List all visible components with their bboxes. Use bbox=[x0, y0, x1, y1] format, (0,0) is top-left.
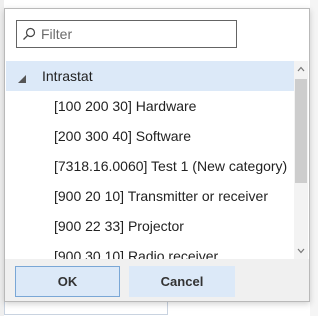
ok-button[interactable]: OK bbox=[15, 266, 120, 297]
expand-caret-icon[interactable] bbox=[18, 71, 27, 87]
tree-item-label: [100 200 30] Hardware bbox=[54, 98, 197, 114]
scroll-up-arrow-icon[interactable] bbox=[294, 61, 308, 77]
tree-item-label: [200 300 40] Software bbox=[54, 128, 191, 144]
tree-item-label: [900 22 33] Projector bbox=[54, 218, 184, 234]
tree-item[interactable]: [100 200 30] Hardware bbox=[6, 91, 294, 121]
tree-item[interactable]: [900 20 10] Transmitter or receiver bbox=[6, 181, 294, 211]
filter-input[interactable] bbox=[41, 22, 229, 46]
tree-node-root[interactable]: Intrastat bbox=[6, 61, 294, 91]
tree-node-label: Intrastat bbox=[42, 68, 93, 84]
background-page-strip bbox=[310, 0, 318, 316]
tree-item-label: [900 20 10] Transmitter or receiver bbox=[54, 188, 268, 204]
tree-item-label: [900 30 10] Radio receiver bbox=[54, 248, 219, 259]
scroll-down-arrow-icon[interactable] bbox=[294, 243, 308, 259]
search-icon bbox=[17, 21, 41, 47]
cancel-button[interactable]: Cancel bbox=[129, 266, 235, 297]
scroll-thumb[interactable] bbox=[295, 79, 307, 183]
tree-item[interactable]: [900 22 33] Projector bbox=[6, 211, 294, 241]
tree-item-label: [7318.16.0060] Test 1 (New category) bbox=[54, 158, 288, 174]
dialog-footer: OK Cancel bbox=[5, 259, 309, 301]
tree-item[interactable]: [900 30 10] Radio receiver bbox=[6, 241, 294, 259]
vertical-scrollbar[interactable] bbox=[294, 61, 308, 259]
category-picker-popup: Intrastat [100 200 30] Hardware [200 300… bbox=[4, 8, 310, 302]
tree-item[interactable]: [7318.16.0060] Test 1 (New category) bbox=[6, 151, 294, 181]
filter-box[interactable] bbox=[16, 20, 237, 48]
category-tree: Intrastat [100 200 30] Hardware [200 300… bbox=[6, 61, 294, 259]
tree-item[interactable]: [200 300 40] Software bbox=[6, 121, 294, 151]
background-field-edge bbox=[4, 302, 168, 315]
